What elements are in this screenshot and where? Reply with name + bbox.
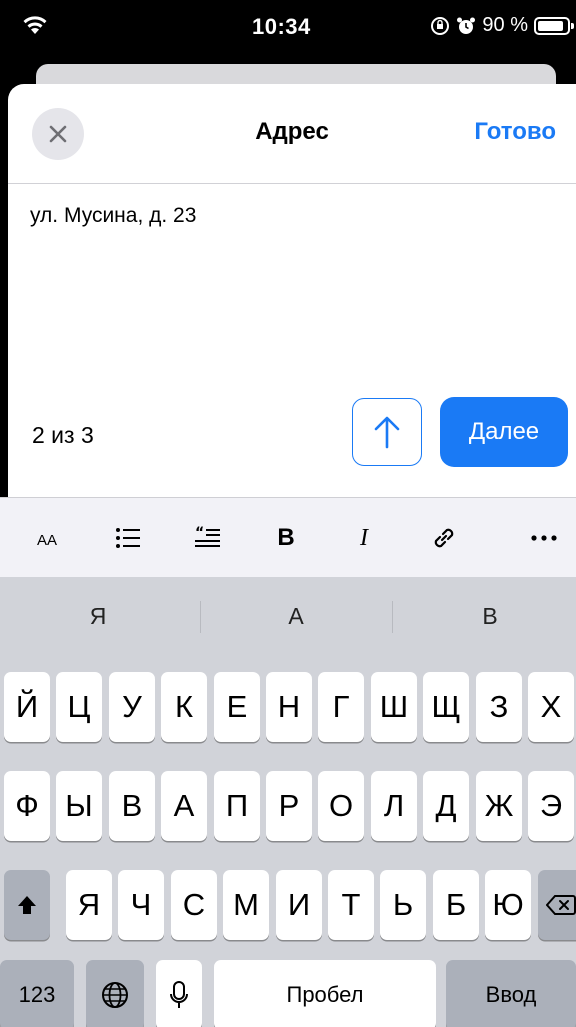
list-button[interactable] (108, 498, 148, 578)
suggestion-item[interactable]: В (450, 603, 530, 630)
quote-icon: “ (195, 526, 220, 547)
shift-key[interactable] (4, 870, 50, 940)
letter-key[interactable]: Ч (118, 870, 164, 940)
letter-key[interactable]: Х (528, 672, 574, 742)
battery-fill (538, 20, 563, 31)
suggestion-bar: Я А В (0, 577, 576, 661)
format-toolbar: AA “ B I (0, 497, 576, 577)
italic-icon: I (360, 524, 368, 551)
next-button[interactable]: Далее (440, 397, 568, 467)
microphone-key[interactable] (156, 960, 202, 1027)
link-button[interactable] (424, 498, 464, 578)
letter-key[interactable]: К (161, 672, 207, 742)
suggestion-item[interactable]: А (256, 603, 336, 630)
delete-icon (546, 895, 576, 915)
letter-key[interactable]: Ж (476, 771, 522, 841)
sheet-header: Адрес Готово (8, 84, 576, 184)
battery-percent: 90 % (482, 14, 528, 36)
letter-key[interactable]: А (161, 771, 207, 841)
letter-key[interactable]: Г (318, 672, 364, 742)
italic-button[interactable]: I (346, 498, 382, 578)
battery-icon (534, 16, 574, 35)
status-bar: 10:34 90 % (0, 0, 576, 60)
letter-key[interactable]: Р (266, 771, 312, 841)
text-size-button[interactable]: AA (22, 498, 72, 578)
letter-key[interactable]: Ы (56, 771, 102, 841)
suggestion-divider (392, 601, 393, 633)
suggestion-divider (200, 601, 201, 633)
orientation-lock-icon (431, 16, 450, 35)
letter-key[interactable]: О (318, 771, 364, 841)
wifi-icon (23, 16, 47, 34)
globe-key[interactable] (86, 960, 144, 1027)
letter-key[interactable]: Е (214, 672, 260, 742)
return-key[interactable]: Ввод (446, 960, 576, 1027)
svg-text:“: “ (195, 526, 204, 541)
bold-icon: B (277, 524, 295, 551)
numbers-key[interactable]: 123 (0, 960, 74, 1027)
letter-key[interactable]: Ь (380, 870, 426, 940)
list-icon (116, 528, 140, 548)
status-time: 10:34 (252, 14, 311, 39)
quote-button[interactable]: “ (188, 498, 228, 578)
more-button[interactable] (522, 498, 566, 578)
microphone-icon (170, 981, 188, 1008)
letter-key[interactable]: Н (266, 672, 312, 742)
letter-key[interactable]: Т (328, 870, 374, 940)
letter-key[interactable]: С (171, 870, 217, 940)
letter-key[interactable]: М (223, 870, 269, 940)
delete-key[interactable] (538, 870, 576, 940)
link-icon (434, 528, 454, 548)
letter-key[interactable]: Й (4, 672, 50, 742)
alarm-icon (457, 17, 476, 34)
globe-icon (102, 982, 128, 1008)
address-field[interactable]: ул. Мусина, д. 23 (30, 204, 196, 228)
letter-key[interactable]: Л (371, 771, 417, 841)
letter-key[interactable]: И (276, 870, 322, 940)
letter-key[interactable]: Щ (423, 672, 469, 742)
previous-field-button[interactable] (352, 398, 422, 466)
letter-key[interactable]: Э (528, 771, 574, 841)
space-key[interactable]: Пробел (214, 960, 436, 1027)
address-sheet: Адрес Готово ул. Мусина, д. 23 2 из 3 Да… (8, 84, 576, 504)
text-size-label: AA (36, 532, 57, 549)
letter-key[interactable]: Б (433, 870, 479, 940)
field-counter: 2 из 3 (32, 422, 94, 448)
letter-key[interactable]: З (476, 672, 522, 742)
letter-key[interactable]: Ф (4, 771, 50, 841)
letter-key[interactable]: Ш (371, 672, 417, 742)
letter-key[interactable]: Ц (56, 672, 102, 742)
bold-button[interactable]: B (268, 498, 304, 578)
letter-key[interactable]: Я (66, 870, 112, 940)
letter-key[interactable]: Ю (485, 870, 531, 940)
text-size-icon: AA (37, 525, 57, 551)
suggestion-item[interactable]: Я (58, 603, 138, 630)
letter-key[interactable]: П (214, 771, 260, 841)
keyboard: Я А В ЙЦУКЕНГШЩЗХФЫВАПРОЛДЖЭЯЧСМИТЬБЮ 12… (0, 577, 576, 1027)
arrow-up-icon (374, 416, 400, 449)
letter-key[interactable]: Д (423, 771, 469, 841)
shift-icon (18, 896, 36, 914)
letter-key[interactable]: В (109, 771, 155, 841)
more-icon (531, 535, 557, 541)
done-button[interactable]: Готово (474, 118, 556, 146)
letter-key[interactable]: У (109, 672, 155, 742)
